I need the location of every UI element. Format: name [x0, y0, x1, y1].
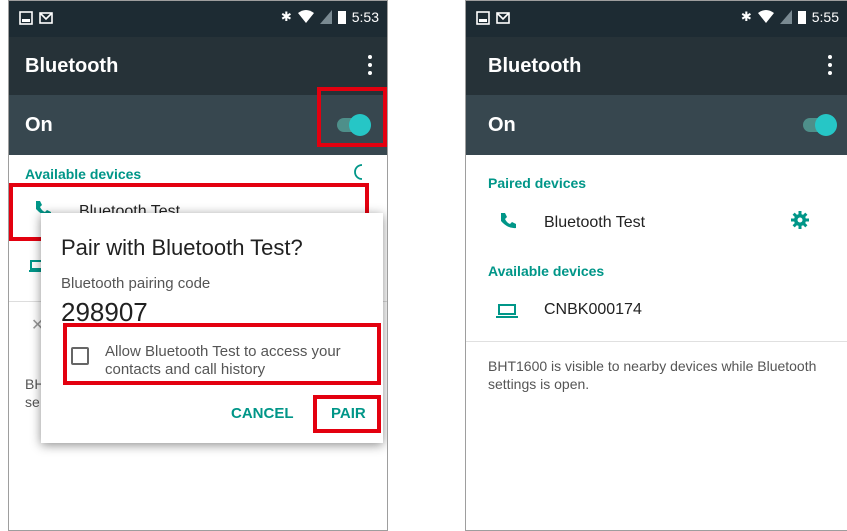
mail-icon [496, 12, 510, 24]
bluetooth-toggle[interactable] [803, 114, 837, 136]
available-devices-header: Available devices [488, 263, 605, 279]
no-sim-icon [779, 10, 792, 24]
paired-devices-header: Paired devices [488, 175, 587, 191]
cancel-button[interactable]: CANCEL [231, 405, 294, 422]
toggle-highlight [317, 87, 387, 147]
divider [466, 341, 847, 342]
page-title: Bluetooth [25, 55, 119, 77]
status-time: 5:53 [351, 9, 379, 25]
refresh-icon [354, 164, 363, 180]
mail-icon [39, 12, 53, 24]
left-phone-screen: ✱ 5:53 Bluetooth On Available devices Bl… [8, 0, 388, 531]
battery-icon [337, 11, 346, 24]
switch-label: On [25, 114, 53, 136]
overflow-menu-icon[interactable] [367, 55, 373, 77]
battery-icon [797, 11, 806, 24]
pairing-code-label: Bluetooth pairing code [61, 275, 211, 292]
bluetooth-icon: ✱ [740, 9, 752, 24]
image-icon [19, 11, 33, 25]
switch-label: On [488, 114, 516, 136]
dialog-title: Pair with Bluetooth Test? [61, 235, 303, 260]
wifi-icon [297, 10, 314, 23]
right-phone-screen: ✱ 5:55 Bluetooth On Paired devices Bluet… [465, 0, 847, 531]
phone-icon [501, 213, 516, 229]
gear-icon[interactable] [790, 210, 810, 230]
overflow-menu-icon[interactable] [827, 55, 833, 77]
laptop-icon [496, 304, 518, 318]
app-bar: Bluetooth [466, 37, 847, 95]
bluetooth-icon: ✱ [280, 9, 292, 24]
checkbox-highlight [63, 323, 381, 385]
available-devices-header: Available devices [25, 166, 142, 182]
status-bar: ✱ 5:55 [466, 1, 847, 37]
bluetooth-switch-bar[interactable]: On [466, 95, 847, 155]
page-title: Bluetooth [488, 55, 582, 77]
visibility-note: BHT1600 is visible to nearby devices whi… [488, 358, 817, 392]
paired-device-name[interactable]: Bluetooth Test [544, 214, 645, 232]
image-icon [476, 11, 490, 25]
no-sim-icon [319, 10, 332, 24]
status-time: 5:55 [811, 9, 839, 25]
pair-highlight [313, 395, 381, 433]
available-device-name[interactable]: CNBK000174 [544, 301, 642, 319]
wifi-icon [757, 10, 774, 23]
status-bar: ✱ 5:53 [9, 1, 387, 37]
